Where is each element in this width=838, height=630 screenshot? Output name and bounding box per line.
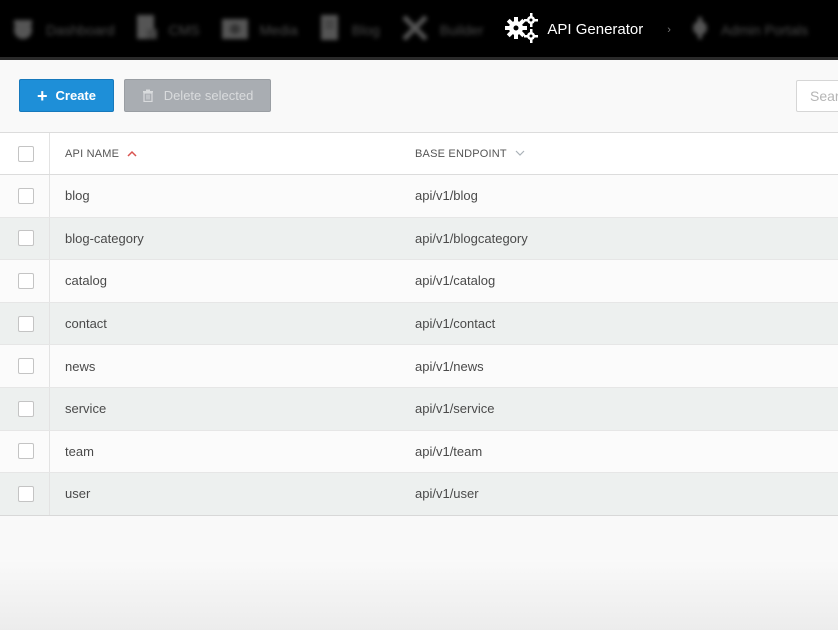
row-checkbox[interactable] [18, 315, 34, 332]
api-name-cell: catalog [65, 273, 107, 289]
chevron-right-icon: › [667, 23, 671, 36]
base-endpoint-cell: api/v1/contact [415, 316, 496, 332]
base-endpoint-cell: api/v1/user [415, 486, 479, 502]
top-navigation: Dashboard CMS Media Blog Builder API Gen… [0, 0, 838, 59]
nav-item-label: CMS [168, 21, 200, 38]
create-button[interactable]: + Create [19, 79, 114, 112]
row-select-cell [0, 387, 50, 430]
search-field[interactable] [796, 80, 838, 112]
nav-item-label: Builder [439, 21, 484, 38]
select-all-cell [0, 133, 50, 174]
sort-descending-icon [515, 150, 525, 157]
column-header-label: API NAME [65, 147, 120, 160]
column-header-api-name[interactable]: API NAME [65, 148, 137, 160]
table-row[interactable]: blog-category api/v1/blogcategory [0, 217, 838, 261]
table-row[interactable]: contact api/v1/contact [0, 302, 838, 346]
row-checkbox[interactable] [18, 485, 34, 502]
api-name-cell: user [65, 486, 91, 502]
nav-item-label: Admin Portals [720, 21, 809, 38]
row-checkbox[interactable] [18, 230, 34, 247]
cms-icon [135, 13, 159, 46]
table-row[interactable]: service api/v1/service [0, 387, 838, 431]
row-select-cell [0, 175, 50, 217]
api-name-cell: team [65, 443, 94, 459]
row-checkbox[interactable] [18, 187, 34, 204]
nav-item-blog[interactable]: Blog [308, 0, 390, 59]
row-checkbox[interactable] [18, 272, 34, 289]
delete-selected-button[interactable]: Delete selected [124, 79, 271, 112]
base-endpoint-cell: api/v1/news [415, 358, 484, 374]
base-endpoint-cell: api/v1/service [415, 401, 495, 417]
nav-item-label: Dashboard [46, 21, 115, 38]
nav-item-label: API Generator [547, 21, 644, 38]
api-name-cell: blog-category [65, 230, 144, 246]
base-endpoint-cell: api/v1/team [415, 443, 483, 459]
table-row[interactable]: team api/v1/team [0, 430, 838, 474]
api-name-cell: news [65, 358, 96, 374]
nav-item-api-generator[interactable]: API Generator [493, 0, 653, 59]
base-endpoint-cell: api/v1/blogcategory [415, 230, 528, 246]
nav-item-cms[interactable]: CMS [125, 0, 210, 59]
api-name-cell: contact [65, 316, 107, 332]
sort-ascending-icon [127, 150, 137, 157]
base-endpoint-cell: api/v1/blog [415, 188, 478, 204]
delete-selected-label: Delete selected [163, 88, 254, 103]
nav-item-media[interactable]: Media [210, 0, 308, 59]
base-endpoint-cell: api/v1/catalog [415, 273, 496, 289]
row-select-cell [0, 260, 50, 302]
create-button-label: Create [55, 88, 96, 103]
row-select-cell [0, 345, 50, 387]
portal-icon [689, 17, 711, 42]
column-header-label: BASE ENDPOINT [415, 147, 507, 160]
api-table: API NAME BASE ENDPOINT blog api/v1/blog … [0, 132, 838, 516]
api-name-cell: service [65, 401, 107, 417]
toolbar: + Create Delete selected [0, 60, 838, 132]
row-checkbox[interactable] [18, 443, 34, 460]
nav-item-admin-portals[interactable]: Admin Portals [679, 0, 818, 59]
blog-icon [318, 13, 342, 46]
nav-item-label: Blog [351, 21, 380, 38]
row-select-cell [0, 473, 50, 515]
table-row[interactable]: blog api/v1/blog [0, 175, 838, 218]
nav-item-label: Media [259, 21, 298, 38]
bottom-shadow [0, 560, 838, 630]
media-icon [220, 15, 250, 44]
row-checkbox[interactable] [18, 400, 34, 417]
gears-icon [505, 12, 539, 48]
api-name-cell: blog [65, 188, 90, 204]
row-select-cell [0, 430, 50, 473]
nav-item-builder[interactable]: Builder [390, 0, 494, 59]
select-all-checkbox[interactable] [18, 145, 34, 162]
table-row[interactable]: news api/v1/news [0, 345, 838, 388]
search-input[interactable] [810, 88, 838, 104]
table-row[interactable]: user api/v1/user [0, 473, 838, 516]
column-header-base-endpoint[interactable]: BASE ENDPOINT [415, 148, 525, 160]
dashboard-icon [10, 17, 36, 42]
plus-icon: + [37, 85, 48, 106]
row-checkbox[interactable] [18, 358, 34, 375]
table-row[interactable]: catalog api/v1/catalog [0, 260, 838, 303]
nav-item-dashboard[interactable]: Dashboard [0, 0, 125, 59]
row-select-cell [0, 217, 50, 260]
table-header: API NAME BASE ENDPOINT [0, 132, 838, 175]
trash-icon [142, 89, 154, 102]
row-select-cell [0, 302, 50, 345]
builder-icon [400, 13, 430, 46]
